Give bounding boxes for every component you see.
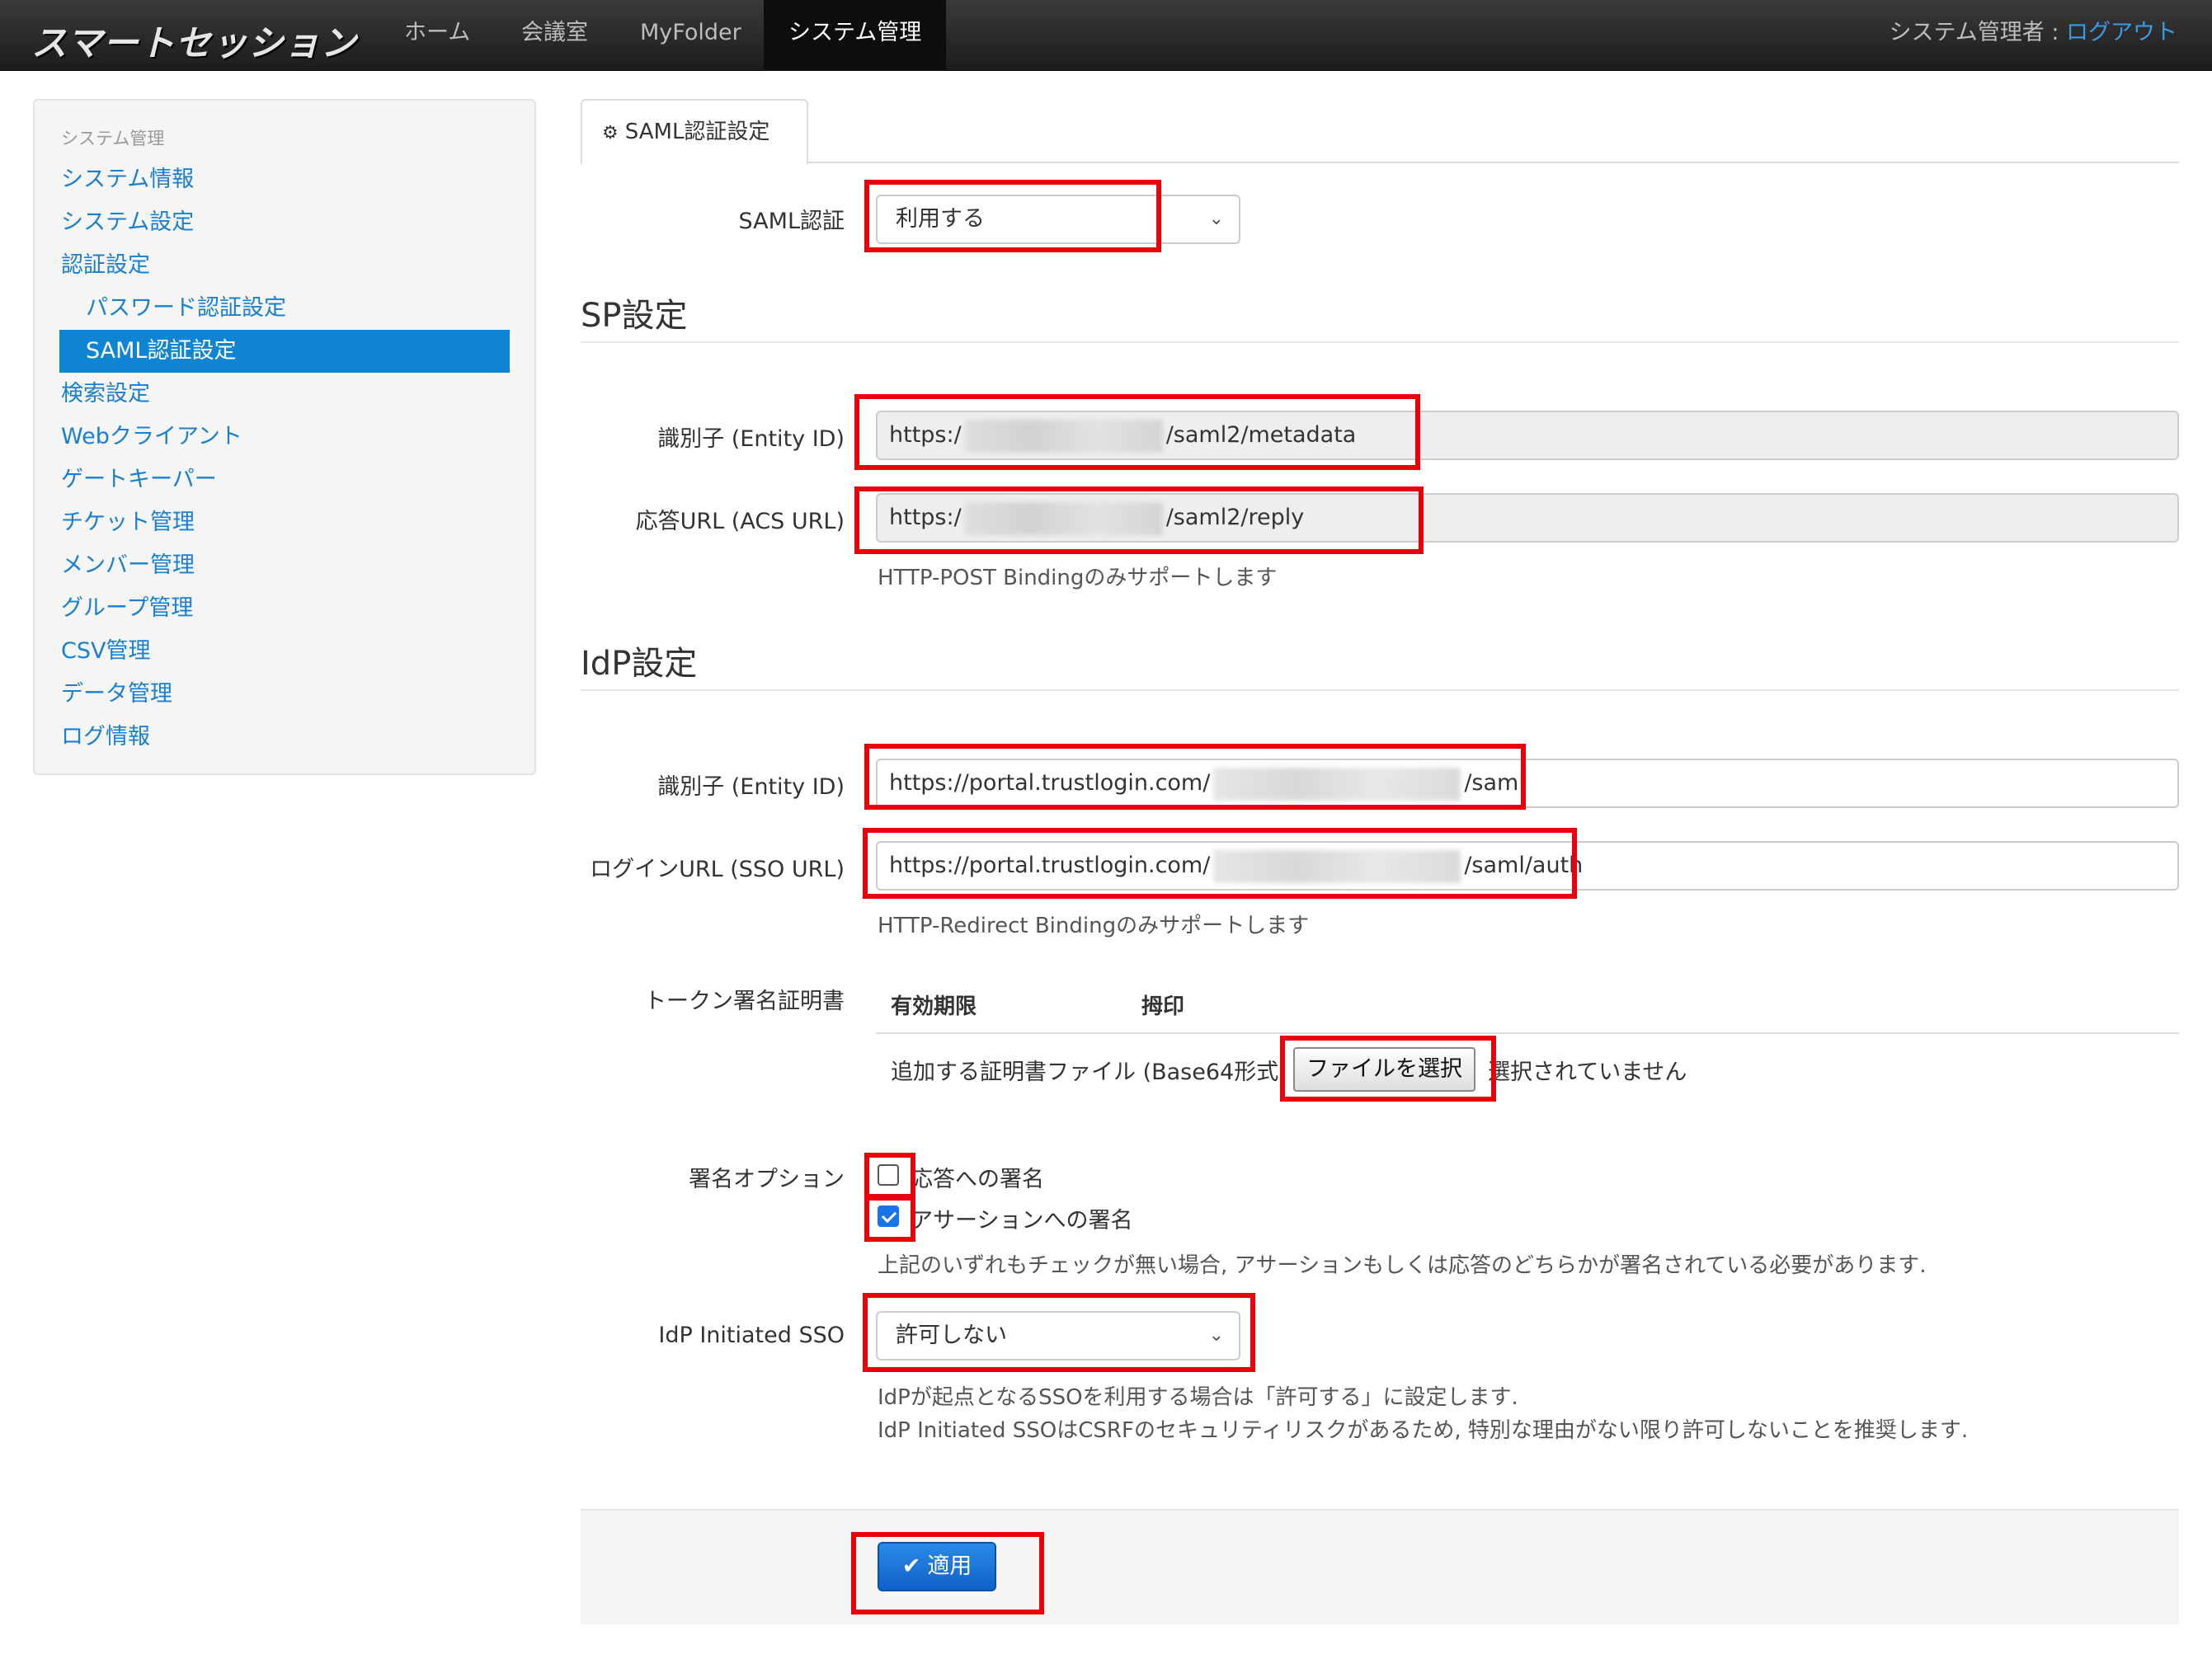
user-area: システム管理者 : ログアウト [1890, 0, 2177, 71]
sign-response-label: 応答への署名 [911, 1167, 1044, 1192]
sp-entity-label: 識別子 (Entity ID) [657, 426, 845, 452]
sign-response-checkbox[interactable] [878, 1164, 899, 1186]
nav-home[interactable]: ホーム [379, 0, 495, 71]
gear-icon: ⚙ [602, 123, 619, 143]
cert-table-divider [876, 1032, 2179, 1034]
sidebar-item-saml-auth[interactable]: SAML認証設定 [59, 330, 510, 373]
cert-file-label: 追加する証明書ファイル (Base64形式 [891, 1060, 1279, 1085]
top-navbar: スマートセッション ホーム 会議室 MyFolder システム管理 システム管理… [0, 0, 2212, 71]
sp-section-title: SP設定 [581, 297, 688, 335]
file-status: 選択されていません [1488, 1060, 1687, 1085]
idp-initiated-value: 許可しない [896, 1323, 1007, 1348]
tab-strip: ⚙ SAML認証設定 [581, 99, 2179, 165]
sign-options-help: 上記のいずれもチェックが無い場合, アサーションもしくは応答のどちらかが署名され… [878, 1253, 1927, 1278]
brand-logo[interactable]: スマートセッション [31, 15, 357, 66]
logout-link[interactable]: ログアウト [2066, 20, 2177, 45]
sp-entity-id-field[interactable]: https:/ /saml2/metadata [876, 411, 2179, 460]
idp-sso-url-field[interactable]: https://portal.trustlogin.com/ /saml/auth [876, 841, 2179, 891]
idp-sso-help: HTTP-Redirect Bindingのみサポートします [878, 914, 1310, 938]
idp-initiated-help-1: IdPが起点となるSSOを利用する場合は「許可する」に設定します. [878, 1385, 1518, 1410]
sidebar-item-search[interactable]: 検索設定 [61, 373, 150, 416]
nav-system-admin[interactable]: システム管理 [764, 0, 947, 71]
choose-file-button[interactable]: ファイルを選択 [1293, 1047, 1475, 1092]
sign-options-label: 署名オプション [689, 1167, 845, 1192]
sp-acs-suffix: /saml2/reply [1165, 505, 1305, 530]
idp-entity-prefix: https://portal.trustlogin.com/ [889, 770, 1211, 796]
sidebar-item-password-auth[interactable]: パスワード認証設定 [86, 287, 286, 330]
cert-label: トークン署名証明書 [644, 989, 845, 1014]
cert-col-expiry: 有効期限 [891, 994, 977, 1019]
idp-entity-suffix: /saml [1464, 770, 1525, 796]
sidebar-item-auth-settings[interactable]: 認証設定 [61, 244, 150, 287]
sp-acs-help: HTTP-POST Bindingのみサポートします [878, 566, 1278, 590]
sidebar-item-groups[interactable]: グループ管理 [61, 587, 193, 630]
saml-auth-label: SAML認証 [738, 209, 845, 234]
idp-section-divider [581, 689, 2179, 691]
user-name: システム管理者 : [1889, 20, 2066, 45]
tab-saml-settings[interactable]: ⚙ SAML認証設定 [581, 99, 808, 165]
idp-initiated-label: IdP Initiated SSO [658, 1323, 845, 1348]
idp-entity-id-field[interactable]: https://portal.trustlogin.com/ /saml [876, 759, 2179, 808]
sidebar-item-data[interactable]: データ管理 [61, 673, 172, 716]
sidebar-item-system-info[interactable]: システム情報 [61, 158, 194, 201]
sign-assertion-label: アサーションへの署名 [911, 1208, 1133, 1234]
tab-label: SAML認証設定 [624, 120, 770, 144]
sp-entity-suffix: /saml2/metadata [1165, 422, 1357, 448]
chevron-down-icon: ⌄ [1208, 209, 1224, 229]
sp-section-divider [581, 341, 2179, 343]
idp-sso-suffix: /saml/auth [1464, 853, 1584, 878]
redacted-block [1213, 767, 1461, 801]
idp-sso-prefix: https://portal.trustlogin.com/ [889, 853, 1211, 878]
sp-entity-prefix: https:/ [889, 422, 962, 448]
idp-section-title: IdP設定 [581, 645, 698, 683]
redacted-block [1213, 849, 1461, 883]
chevron-down-icon: ⌄ [1208, 1325, 1224, 1346]
idp-sso-label: ログインURL (SSO URL) [590, 857, 845, 882]
sign-assertion-checkbox[interactable] [878, 1205, 899, 1227]
saml-auth-select[interactable]: 利用する ⌄ [876, 195, 1240, 244]
redacted-block [964, 501, 1163, 535]
idp-initiated-help-2: IdP Initiated SSOはCSRFのセキュリティリスクがあるため, 特… [878, 1418, 1969, 1443]
check-icon: ✔ [901, 1553, 921, 1579]
cert-col-fingerprint: 拇印 [1141, 994, 1185, 1019]
sp-acs-label: 応答URL (ACS URL) [635, 509, 845, 534]
nav-myfolder[interactable]: MyFolder [615, 0, 766, 71]
sidebar-item-members[interactable]: メンバー管理 [61, 544, 195, 587]
idp-initiated-select[interactable]: 許可しない ⌄ [876, 1311, 1240, 1361]
sp-acs-url-field[interactable]: https:/ /saml2/reply [876, 493, 2179, 543]
sidebar-item-gatekeeper[interactable]: ゲートキーパー [61, 458, 217, 501]
apply-label: 適用 [927, 1553, 972, 1579]
sidebar-item-system-settings[interactable]: システム設定 [61, 201, 194, 244]
sidebar-item-web-client[interactable]: Webクライアント [61, 416, 242, 458]
sidebar-item-logs[interactable]: ログ情報 [61, 716, 150, 759]
idp-entity-label: 識別子 (Entity ID) [657, 774, 845, 800]
form-footer [581, 1509, 2179, 1624]
sidebar-header: システム管理 [61, 129, 165, 148]
apply-button[interactable]: ✔ 適用 [878, 1542, 996, 1591]
redacted-block [964, 419, 1163, 453]
sidebar-item-tickets[interactable]: チケット管理 [61, 501, 195, 544]
sidebar-item-csv[interactable]: CSV管理 [61, 630, 150, 673]
saml-auth-value: 利用する [896, 206, 985, 232]
nav-meeting-room[interactable]: 会議室 [497, 0, 613, 71]
sp-acs-prefix: https:/ [889, 505, 962, 530]
